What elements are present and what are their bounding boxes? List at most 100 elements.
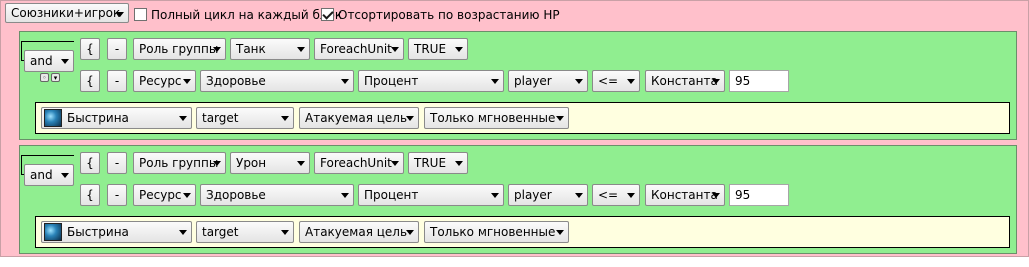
spell-dropdown[interactable]: Быстрина: [41, 107, 192, 129]
chevron-down-icon: [391, 47, 399, 52]
chevron-down-icon: [281, 230, 289, 235]
frost-spell-icon: [44, 223, 62, 241]
frost-spell-icon: [44, 109, 62, 127]
action-row: Быстрина target Атакуемая цель Только мг…: [35, 216, 1010, 248]
measure-dropdown[interactable]: Процент: [358, 70, 504, 92]
remove-condition-button[interactable]: -: [107, 184, 127, 206]
condition-type-dropdown[interactable]: Роль группы: [133, 152, 226, 174]
operator-value: <=: [598, 74, 619, 88]
expand-icon[interactable]: ◦: [40, 73, 49, 82]
chevron-down-icon: [183, 79, 191, 84]
target-value: target: [202, 225, 239, 239]
chevron-down-icon: [116, 12, 124, 17]
chevron-down-icon: [391, 161, 399, 166]
chevron-down-icon: [455, 161, 463, 166]
spell-dropdown[interactable]: Быстрина: [41, 221, 192, 243]
unit-scope-value: ForeachUnit: [320, 156, 392, 170]
chevron-down-icon: [281, 116, 289, 121]
remove-condition-button[interactable]: -: [107, 38, 127, 60]
measure-value: Процент: [364, 74, 419, 88]
resource-value: Здоровье: [206, 188, 266, 202]
logic-value: and: [30, 54, 53, 68]
collapse-icon[interactable]: ▾: [51, 73, 60, 82]
unit-scope-value: ForeachUnit: [320, 42, 392, 56]
full-cycle-checkbox[interactable]: [134, 8, 147, 21]
condition-type-value: Роль группы: [139, 156, 219, 170]
chevron-down-icon: [179, 116, 187, 121]
unit-scope-dropdown[interactable]: ForeachUnit: [314, 152, 404, 174]
open-brace-button[interactable]: {: [80, 152, 100, 174]
value-type-value: Константа: [651, 188, 718, 202]
bool-dropdown[interactable]: TRUE: [408, 38, 468, 60]
chevron-down-icon: [712, 193, 720, 198]
condition-type-value: Роль группы: [139, 42, 219, 56]
unit-dropdown[interactable]: player: [508, 184, 588, 206]
cast-mode-value: Только мгновенные: [430, 225, 556, 239]
measure-dropdown[interactable]: Процент: [358, 184, 504, 206]
chevron-down-icon: [455, 47, 463, 52]
chevron-down-icon: [575, 79, 583, 84]
cast-mode-dropdown[interactable]: Только мгновенные: [424, 107, 569, 129]
sort-hp-label: Отсортировать по возрастанию HP: [338, 8, 560, 22]
chevron-down-icon: [556, 116, 564, 121]
target-type-value: Атакуемая цель: [305, 111, 408, 125]
open-brace-button[interactable]: {: [80, 38, 100, 60]
sort-hp-checkbox[interactable]: [321, 8, 334, 21]
target-type-dropdown[interactable]: Атакуемая цель: [299, 107, 419, 129]
chevron-down-icon: [575, 193, 583, 198]
operator-dropdown[interactable]: <=: [592, 70, 640, 92]
condition-type-dropdown[interactable]: Роль группы: [133, 38, 226, 60]
resource-value: Здоровье: [206, 74, 266, 88]
chevron-down-icon: [213, 47, 221, 52]
chevron-down-icon: [627, 79, 635, 84]
bool-dropdown[interactable]: TRUE: [408, 152, 468, 174]
rule-block-2: and { - Роль группы Урон ForeachUnit TRU…: [19, 145, 1017, 254]
spell-value: Быстрина: [67, 111, 129, 125]
condition-type-value: Ресурс: [139, 74, 182, 88]
open-brace-button[interactable]: {: [80, 184, 100, 206]
resource-dropdown[interactable]: Здоровье: [200, 70, 354, 92]
target-mode-value: Союзники+игрок: [11, 6, 121, 20]
role-value: Урон: [236, 156, 267, 170]
unit-dropdown[interactable]: player: [508, 70, 588, 92]
chevron-down-icon: [556, 230, 564, 235]
remove-condition-button[interactable]: -: [107, 152, 127, 174]
threshold-input[interactable]: 95: [729, 184, 789, 206]
condition-type-dropdown[interactable]: Ресурс: [133, 184, 196, 206]
chevron-down-icon: [406, 230, 414, 235]
resource-dropdown[interactable]: Здоровье: [200, 184, 354, 206]
chevron-down-icon: [712, 79, 720, 84]
target-dropdown[interactable]: target: [196, 221, 294, 243]
role-dropdown[interactable]: Урон: [230, 152, 310, 174]
remove-condition-button[interactable]: -: [107, 70, 127, 92]
logic-dropdown[interactable]: and: [24, 50, 74, 72]
chevron-down-icon: [341, 79, 349, 84]
spell-value: Быстрина: [67, 225, 129, 239]
action-row: Быстрина target Атакуемая цель Только мг…: [35, 102, 1010, 134]
role-dropdown[interactable]: Танк: [230, 38, 310, 60]
chevron-down-icon: [179, 230, 187, 235]
value-type-dropdown[interactable]: Константа: [645, 184, 725, 206]
open-brace-button[interactable]: {: [80, 70, 100, 92]
rule-block-1: and ◦ ▾ { - Роль группы Танк ForeachUnit…: [19, 31, 1017, 140]
chevron-down-icon: [297, 47, 305, 52]
rotation-editor-panel: Союзники+игрок Полный цикл на каждый бло…: [0, 0, 1029, 257]
chevron-down-icon: [406, 116, 414, 121]
unit-value: player: [514, 188, 552, 202]
unit-scope-dropdown[interactable]: ForeachUnit: [314, 38, 404, 60]
cast-mode-dropdown[interactable]: Только мгновенные: [424, 221, 569, 243]
chevron-down-icon: [341, 193, 349, 198]
threshold-input[interactable]: 95: [729, 70, 789, 92]
target-type-dropdown[interactable]: Атакуемая цель: [299, 221, 419, 243]
target-mode-dropdown[interactable]: Союзники+игрок: [5, 3, 129, 23]
bool-value: TRUE: [414, 42, 447, 56]
value-type-dropdown[interactable]: Константа: [645, 70, 725, 92]
logic-dropdown[interactable]: and: [24, 164, 74, 186]
chevron-down-icon: [297, 161, 305, 166]
role-value: Танк: [236, 42, 266, 56]
operator-dropdown[interactable]: <=: [592, 184, 640, 206]
target-value: target: [202, 111, 239, 125]
condition-type-value: Ресурс: [139, 188, 182, 202]
condition-type-dropdown[interactable]: Ресурс: [133, 70, 196, 92]
target-dropdown[interactable]: target: [196, 107, 294, 129]
